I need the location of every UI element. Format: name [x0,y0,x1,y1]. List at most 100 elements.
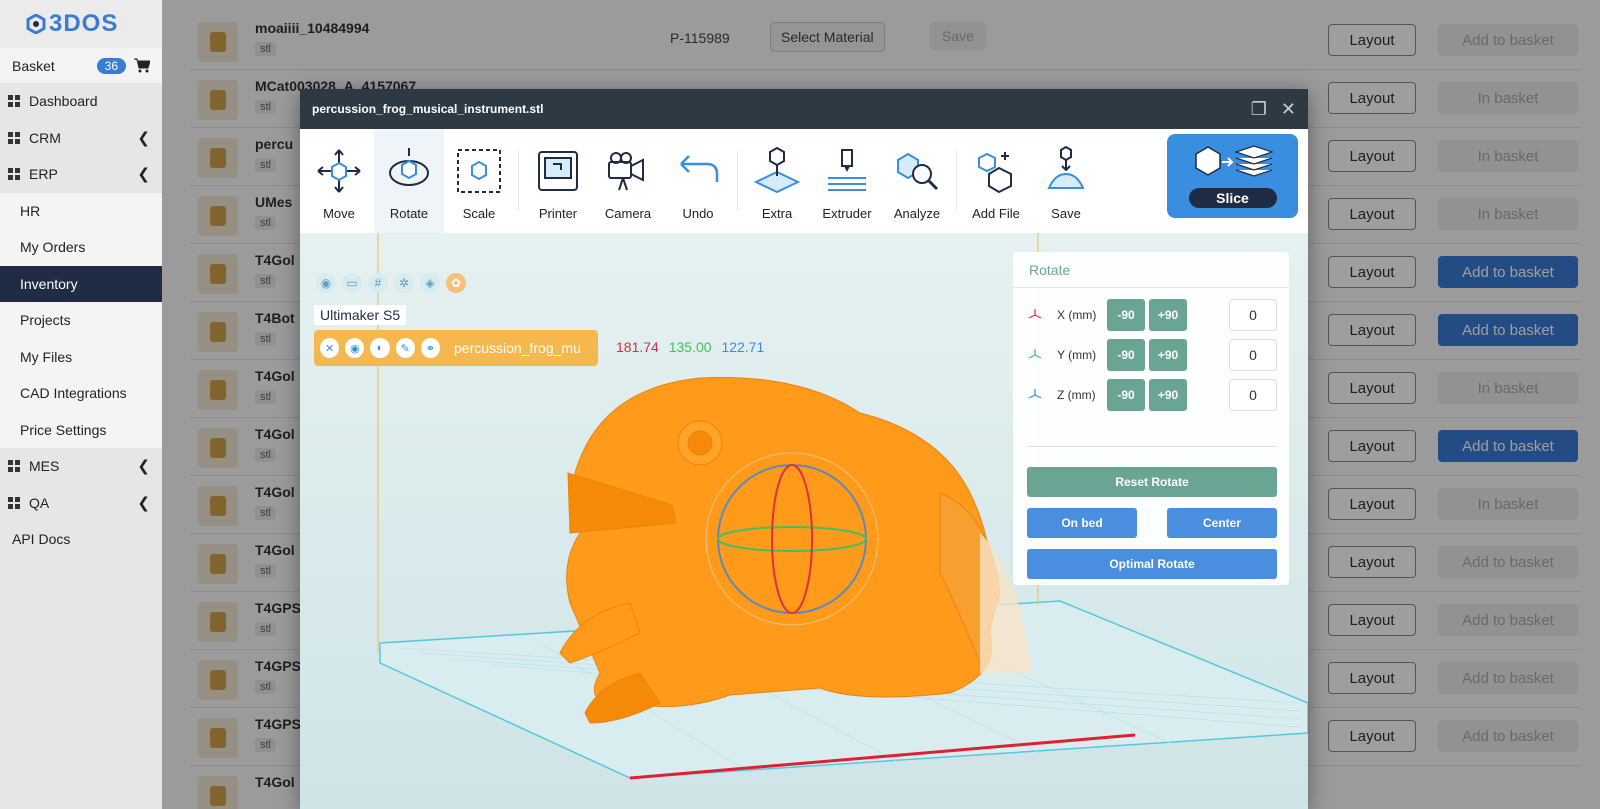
eye-icon[interactable]: ◉ [316,273,336,293]
rotate-x-input[interactable]: 0 [1229,299,1277,331]
tool-label: Scale [462,206,496,221]
rotate-y-plus90-button[interactable]: +90 [1149,339,1187,371]
visibility-icon[interactable]: ◉ [345,338,365,358]
ruler-icon[interactable]: ▭ [342,273,362,293]
sidebar-item-price-settings[interactable]: Price Settings [0,412,162,449]
tool-extruder[interactable]: Extruder [812,129,882,233]
rotate-row-y: Y (mm) -90 +90 0 [1027,338,1277,372]
sidebar-item-hr[interactable]: HR [0,193,162,230]
sidebar-item-api-docs[interactable]: API Docs [0,521,162,558]
sidebar-item-erp[interactable]: ERP ❮ [0,156,162,193]
close-icon[interactable]: ✕ [1281,99,1296,120]
mes-grid-icon [8,460,20,473]
viewport-icon-bar: ◉ ▭ # ✲ ◈ ✿ [316,273,466,293]
camera-icon [608,152,644,191]
sidebar-item-dashboard[interactable]: Dashboard [0,83,162,120]
tool-label: Camera [604,206,652,221]
toolbar: Move Rotate Scale Printer Camera Undo Ex… [300,129,1308,233]
scale-icon [457,149,501,193]
sidebar-item-mes[interactable]: MES ❮ [0,448,162,485]
move-icon [317,149,361,193]
app-root: 3DOS Basket 36 Dashboard CRM ❮ ERP ❮ HR … [0,0,1600,809]
sidebar-item-label: CRM [29,129,61,146]
axis-label: Y (mm) [1057,348,1097,362]
rotate-panel-divider [1027,446,1277,447]
tool-save[interactable]: Save [1031,129,1101,233]
sidebar-item-my-files[interactable]: My Files [0,339,162,376]
sidebar-item-my-orders[interactable]: My Orders [0,229,162,266]
sidebar-item-qa[interactable]: QA ❮ [0,485,162,522]
optimal-rotate-button[interactable]: Optimal Rotate [1027,549,1277,579]
sidebar-item-crm[interactable]: CRM ❮ [0,120,162,157]
toolbar-divider [956,151,957,211]
chevron-left-icon: ❮ [137,129,150,147]
settings-icon[interactable]: ✿ [446,273,466,293]
chevron-left-icon: ❮ [137,166,150,184]
logo[interactable]: 3DOS [0,0,162,48]
dimension-y: 135.00 [668,339,712,355]
sidebar-item-label: ERP [29,166,58,183]
rotate-z-minus90-button[interactable]: -90 [1107,379,1145,411]
link-icon[interactable]: ⚭ [420,338,441,358]
axis-label: X (mm) [1057,308,1097,322]
tool-label: Undo [682,206,714,221]
tool-extra[interactable]: Extra [742,129,812,233]
reset-rotate-button[interactable]: Reset Rotate [1027,467,1277,497]
tool-printer[interactable]: Printer [523,129,593,233]
modal-header: percussion_frog_musical_instrument.stl ❐… [300,89,1308,129]
object-toolbar: ✕ ◉ ◐ ✎ ⚭ percussion_frog_mu [314,330,598,366]
rotate-panel: Rotate X (mm) -90 +90 0 Y (mm) -90 +90 0 [1013,252,1289,585]
sidebar-item-label: MES [29,458,60,475]
sidebar-item-label: Dashboard [29,93,98,110]
extruder-icon [828,149,866,191]
slice-icon [1194,145,1274,177]
save-icon [1047,146,1085,189]
rotate-y-minus90-button[interactable]: -90 [1107,339,1145,371]
on-bed-button[interactable]: On bed [1027,508,1137,538]
tool-move[interactable]: Move [304,129,374,233]
slice-button[interactable]: Slice [1167,134,1298,218]
tool-undo[interactable]: Undo [663,129,733,233]
3d-viewport[interactable]: ◉ ▭ # ✲ ◈ ✿ Ultimaker S5 ✕ ◉ ◐ ✎ ⚭ percu… [300,233,1308,809]
extra-icon [753,146,801,194]
tool-scale[interactable]: Scale [444,129,514,233]
axis-y-icon [1028,349,1042,359]
mesh-icon[interactable]: ✲ [394,273,414,293]
object-name: percussion_frog_mu [454,340,581,356]
center-button[interactable]: Center [1167,508,1277,538]
modal-title: percussion_frog_musical_instrument.stl [312,102,544,116]
qa-grid-icon [8,496,20,509]
rotate-x-plus90-button[interactable]: +90 [1149,299,1187,331]
basket-count-badge: 36 [96,57,126,74]
axis-z-icon [1028,389,1042,399]
erp-grid-icon [8,168,20,181]
rotate-x-minus90-button[interactable]: -90 [1107,299,1145,331]
view-cube-icon[interactable]: ◈ [420,273,440,293]
rotate-z-input[interactable]: 0 [1229,379,1277,411]
tool-label: Save [1051,206,1081,221]
rotate-y-input[interactable]: 0 [1229,339,1277,371]
tool-label: Analyze [893,206,941,221]
tool-camera[interactable]: Camera [593,129,663,233]
maximize-icon[interactable]: ❐ [1251,99,1267,120]
sidebar-item-cad-integrations[interactable]: CAD Integrations [0,375,162,412]
toolbar-divider [737,151,738,211]
tool-analyze[interactable]: Analyze [882,129,952,233]
tool-label: Move [323,206,355,221]
sidebar: 3DOS Basket 36 Dashboard CRM ❮ ERP ❮ HR … [0,0,162,809]
rotate-z-plus90-button[interactable]: +90 [1149,379,1187,411]
sidebar-item-projects[interactable]: Projects [0,302,162,339]
cart-icon [134,58,150,73]
delete-object-icon[interactable]: ✕ [320,338,340,358]
edit-icon[interactable]: ✎ [395,338,415,358]
grid-icon[interactable]: # [368,273,388,293]
chevron-left-icon: ❮ [137,494,150,512]
paint-icon[interactable]: ◐ [370,338,390,358]
printer-name-label: Ultimaker S5 [314,305,407,325]
sidebar-item-inventory[interactable]: Inventory [0,265,162,302]
chevron-left-icon: ❮ [137,458,150,476]
tool-rotate[interactable]: Rotate [374,129,444,233]
slice-label: Slice [1188,188,1277,208]
tool-add-file[interactable]: Add File [961,129,1031,233]
sidebar-basket[interactable]: Basket 36 [0,48,162,83]
